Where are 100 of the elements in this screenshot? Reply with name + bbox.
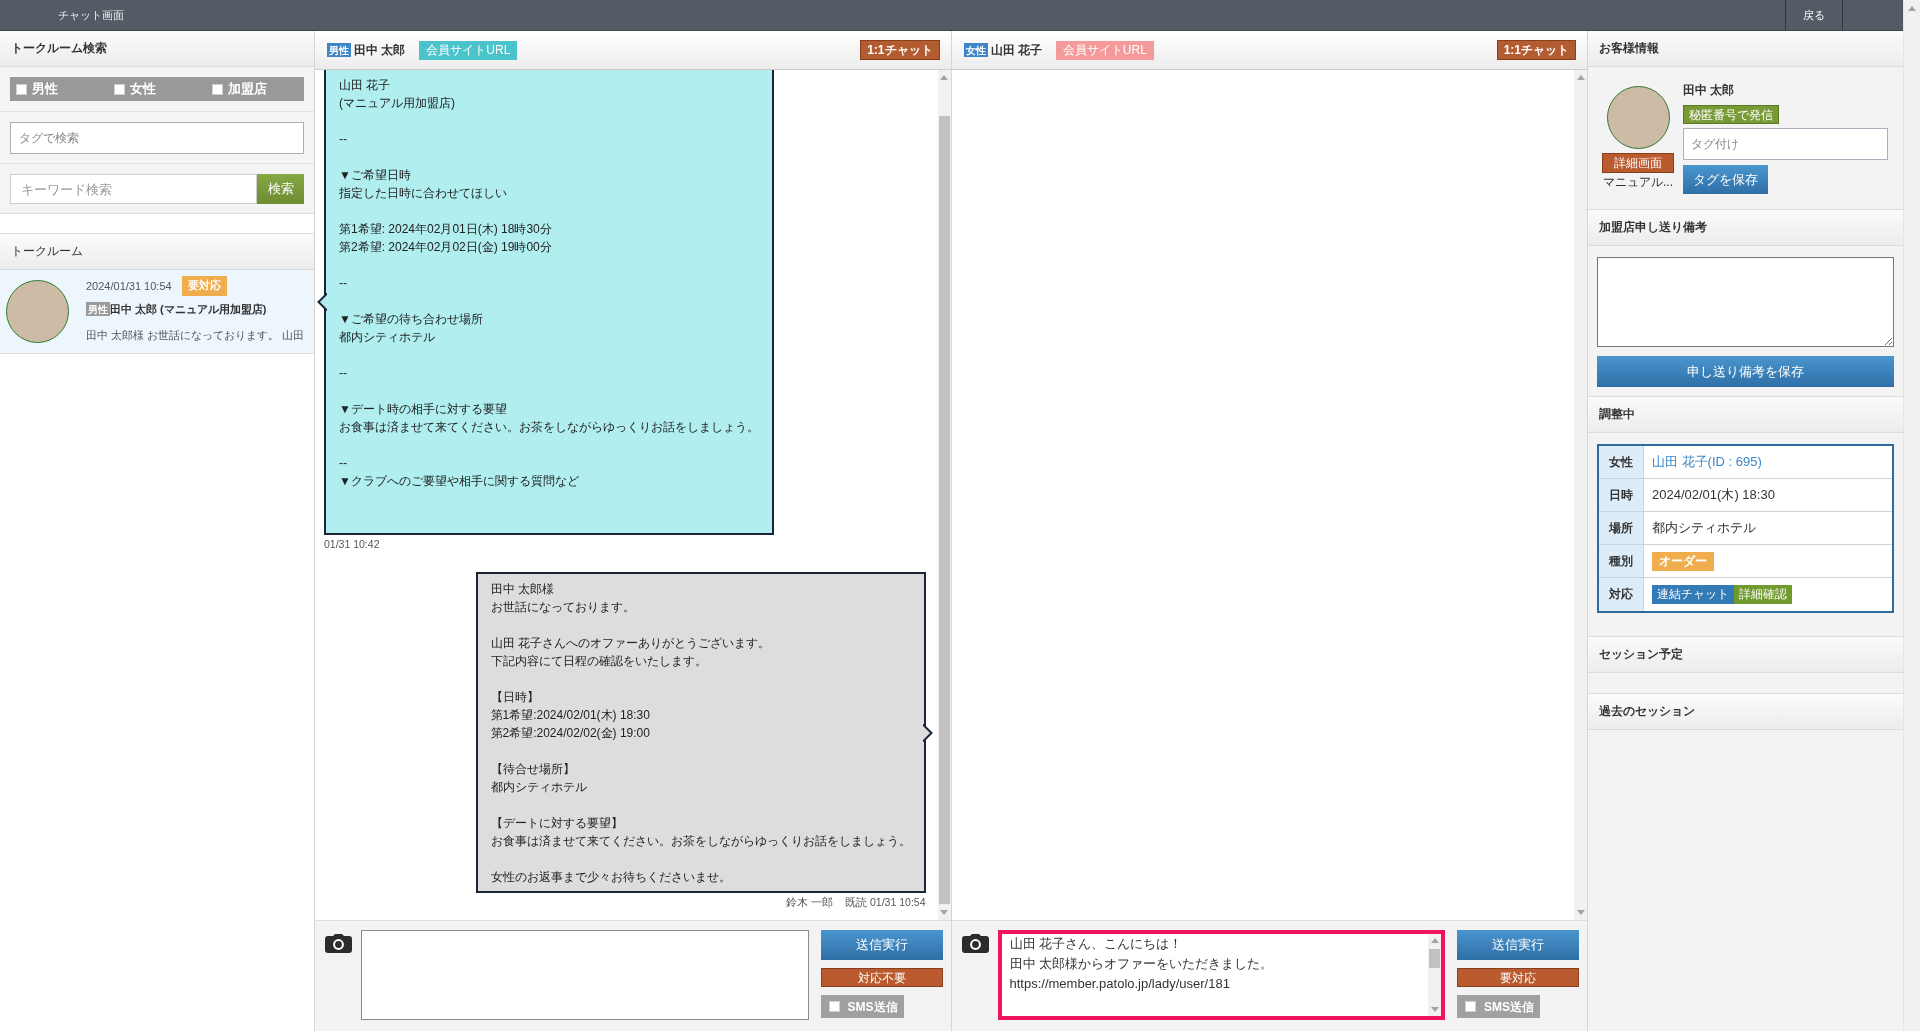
- section-header: トークルーム: [0, 234, 314, 270]
- member-site-url-button[interactable]: 会員サイトURL: [419, 40, 518, 60]
- detail-button[interactable]: 詳細画面: [1602, 153, 1674, 173]
- search-button[interactable]: 検索: [257, 174, 304, 204]
- message-text: --: [339, 365, 347, 382]
- message-text: --: [339, 275, 347, 292]
- message-text: 山田 花子: [339, 77, 391, 94]
- section-header: セッション予定: [1588, 637, 1903, 673]
- tag-input[interactable]: タグ付け: [1683, 128, 1888, 160]
- message-input[interactable]: 山田 花子さん、こんにちは！ 田中 太郎様からオファーをいただきました。 https://member.patolo.jp/lady/user/181: [997, 930, 1445, 1020]
- message-text: --: [339, 131, 347, 148]
- field-value: 都内シティホテル: [1652, 519, 1756, 538]
- shop-name: マニュアル...: [1603, 175, 1673, 189]
- message-text: ▼ご希望日時: [339, 167, 411, 184]
- page-scrollbar[interactable]: [1903, 0, 1920, 1031]
- send-button[interactable]: 送信実行: [1457, 930, 1579, 960]
- filter-checkbox[interactable]: 女性: [114, 79, 156, 99]
- save-tag-button[interactable]: タグを保存: [1683, 165, 1768, 194]
- message-text: (マニュアル用加盟店): [339, 95, 455, 112]
- camera-icon[interactable]: [325, 934, 352, 953]
- message-text: お世話になっております。: [490, 599, 635, 616]
- message-text: 第2希望: 2024年02月02日(金) 19時00分: [339, 239, 552, 256]
- message-text: 第1希望: 2024年02月01日(木) 18時30分: [339, 221, 552, 238]
- section-header: 過去のセッション: [1588, 694, 1903, 730]
- message-text: 指定した日時に合わせてほしい: [339, 185, 507, 202]
- status-badge: 要対応: [181, 276, 227, 296]
- sms-checkbox[interactable]: SMS送信: [1457, 995, 1540, 1018]
- message-text: ▼クラブへのご要望や相手に関する質問など: [339, 473, 579, 490]
- message-text: ▼デート時の相手に対する要望: [339, 401, 507, 418]
- gender-badge: 女性: [963, 43, 988, 57]
- scroll-up-arrow-icon[interactable]: [1430, 938, 1439, 943]
- chat-partner-name: 田中 太郎: [354, 42, 406, 59]
- one-on-one-chat-button[interactable]: 1:1チャット: [1496, 40, 1576, 60]
- field-label: 女性: [1599, 446, 1644, 478]
- section-header: 加盟店申し送り備考: [1588, 210, 1903, 246]
- field-label: 日時: [1599, 479, 1644, 511]
- keyword-search-input[interactable]: キーワード検索: [10, 174, 257, 204]
- camera-icon[interactable]: [961, 934, 989, 953]
- message-text: ▼ご希望の待ち合わせ場所: [339, 311, 483, 328]
- one-on-one-chat-button[interactable]: 1:1チャット: [860, 40, 940, 60]
- tag-search-input[interactable]: タグで検索: [10, 122, 304, 154]
- filter-checkbox[interactable]: 加盟店: [212, 79, 267, 99]
- message-text: 都内シティホテル: [490, 779, 587, 796]
- message-text: 【デートに対する要望】: [490, 815, 623, 832]
- scrollbar-thumb[interactable]: [938, 116, 950, 904]
- message-time: 01/31 10:42: [324, 537, 380, 552]
- input-text: 田中 太郎様からオファーをいただきました。: [1009, 955, 1274, 973]
- talk-room-item[interactable]: 2024/01/31 10:54 要対応 男性 田中 太郎 (マニュアル用加盟店) 田中 太郎様 お世話になっております。 山田: [0, 270, 314, 354]
- back-button[interactable]: 戻る: [1785, 0, 1843, 30]
- section-header: トークルーム検索: [0, 31, 314, 67]
- message-text: お食事は済ませて来てください。お茶をしながらゆっくりお話をしましょう。: [490, 833, 911, 850]
- message-text: 田中 太郎様: [490, 581, 554, 598]
- scrollbar-thumb[interactable]: [1429, 949, 1440, 968]
- sms-checkbox[interactable]: SMS送信: [820, 995, 904, 1018]
- message-text: 【日時】: [490, 689, 539, 706]
- scroll-up-arrow-icon[interactable]: [1908, 6, 1916, 11]
- message-text: 下記内容にて日程の確認をいたします。: [490, 653, 707, 670]
- scrollbar[interactable]: [1574, 70, 1587, 920]
- scroll-up-arrow-icon[interactable]: [940, 75, 948, 80]
- sender-name: 鈴木 一郎: [786, 895, 834, 910]
- message-input[interactable]: [361, 930, 809, 1020]
- message-text: 都内シティホテル: [339, 329, 435, 346]
- message-text: 女性のお返事まで少々お待ちくださいませ。: [490, 869, 731, 886]
- gender-badge: 男性: [327, 43, 351, 57]
- message-text: 【待合せ場所】: [490, 761, 575, 778]
- message-preview: 田中 太郎様 お世話になっております。 山田: [86, 328, 304, 343]
- send-button[interactable]: 送信実行: [820, 930, 943, 960]
- customer-name: 田中 太郎: [1683, 83, 1735, 97]
- action-button[interactable]: 連結チャット: [1652, 585, 1734, 604]
- scroll-down-arrow-icon[interactable]: [1576, 910, 1585, 915]
- input-text: 山田 花子さん、こんにちは！: [1009, 935, 1183, 953]
- type-badge: オーダー: [1652, 551, 1714, 571]
- filter-checkbox[interactable]: 男性: [16, 79, 58, 99]
- section-header: お客様情報: [1588, 31, 1903, 67]
- message-text: お食事は済ませて来てください。お茶をしながらゆっくりお話をしましょう。: [339, 419, 759, 436]
- field-value: 2024/02/01(木) 18:30: [1652, 486, 1775, 505]
- notes-input[interactable]: [1597, 257, 1894, 347]
- field-label: 対応: [1599, 578, 1644, 611]
- scroll-up-arrow-icon[interactable]: [1576, 75, 1585, 80]
- scroll-down-arrow-icon[interactable]: [940, 910, 948, 915]
- room-name: 田中 太郎 (マニュアル用加盟店): [110, 301, 267, 317]
- field-label: 場所: [1599, 512, 1644, 544]
- read-receipt: 既読 01/31 10:54: [845, 895, 926, 910]
- profile-link[interactable]: 山田 花子(ID : 695): [1652, 452, 1762, 472]
- scrollbar[interactable]: [937, 70, 951, 920]
- message-text: 山田 花子さんへのオファーありがとうございます。: [490, 635, 770, 652]
- chat-partner-name: 山田 花子: [990, 42, 1042, 59]
- room-time: 2024/01/31 10:54: [86, 278, 172, 294]
- gender-badge: 男性: [86, 302, 110, 316]
- scrollbar[interactable]: [1428, 934, 1441, 1016]
- scroll-down-arrow-icon[interactable]: [1430, 1007, 1439, 1012]
- member-site-url-button[interactable]: 会員サイトURL: [1055, 40, 1154, 60]
- action-button[interactable]: 詳細確認: [1734, 585, 1792, 604]
- message-text: --: [339, 455, 347, 472]
- input-text: https://member.patolo.jp/lady/user/181: [1009, 975, 1230, 993]
- save-notes-button[interactable]: 申し送り備考を保存: [1597, 356, 1894, 387]
- message-text: 第2希望:2024/02/02(金) 19:00: [490, 725, 650, 742]
- secret-number-call-button[interactable]: 秘匿番号で発信: [1683, 105, 1779, 124]
- status-button[interactable]: 対応不要: [820, 968, 943, 987]
- status-button[interactable]: 要対応: [1457, 968, 1579, 987]
